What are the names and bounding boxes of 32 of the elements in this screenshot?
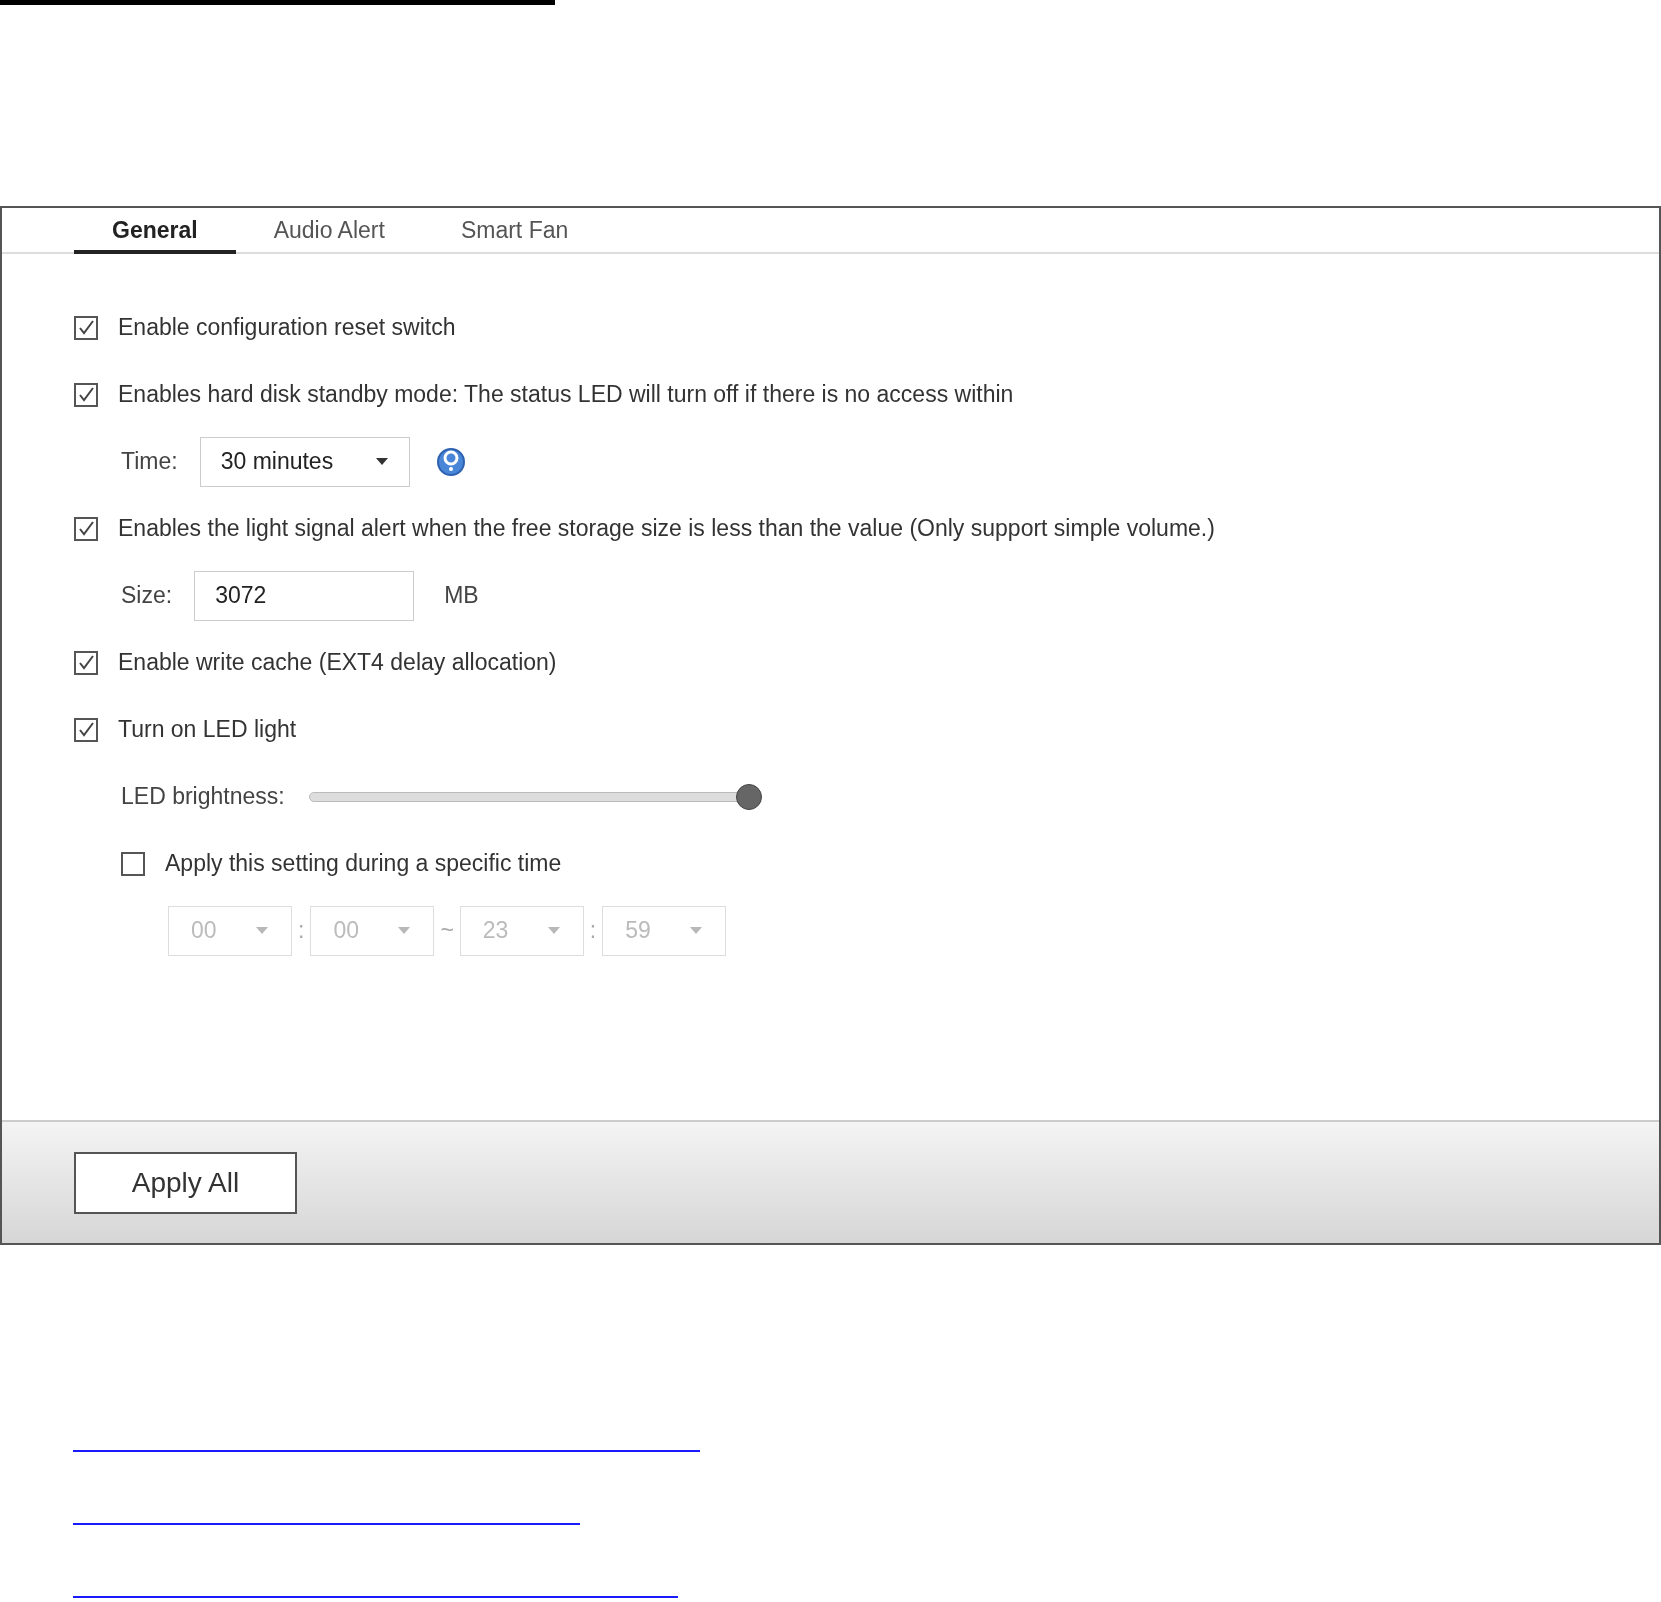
unit-label: MB [444,581,479,611]
option-label: Apply this setting during a specific time [165,849,562,879]
time-separator: : [298,916,305,946]
checkbox[interactable] [74,315,98,340]
field-label: Size: [121,581,173,611]
caret-icon [689,926,704,935]
checkbox[interactable] [74,382,98,407]
tab[interactable]: General [74,210,236,254]
help-icon[interactable] [435,446,466,477]
checkbox[interactable] [121,851,145,876]
field-label: LED brightness: [121,782,285,812]
checkbox[interactable] [74,516,98,541]
tab[interactable]: Audio Alert [235,210,423,254]
size-field[interactable]: 3072 [194,570,415,621]
caret-icon [546,926,561,935]
option-label: Enable write cache (EXT4 delay allocation) [118,648,557,678]
caret-icon [255,926,269,935]
caret-icon [374,457,389,466]
checkbox[interactable] [74,717,98,742]
option-label: Enable configuration reset switch [118,313,456,343]
option-label: Enables the light signal alert when the free storage size is less than the value (Only support simple volume.) [118,514,1215,544]
time-separator: ~ [440,916,454,946]
caret-icon [397,926,412,935]
field-label: Time: [121,447,178,477]
option-label: Enables hard disk standby mode: The status LED will turn off if there is no access within [118,380,1014,410]
apply-all-button[interactable]: Apply All [74,1151,297,1214]
time-separator: : [589,916,597,946]
time-dropdown[interactable]: 30 minutes [199,436,410,487]
checkbox[interactable] [74,650,98,675]
option-label: Turn on LED light [118,715,297,745]
slider-thumb[interactable] [735,783,762,810]
tab[interactable]: Smart Fan [422,210,607,254]
